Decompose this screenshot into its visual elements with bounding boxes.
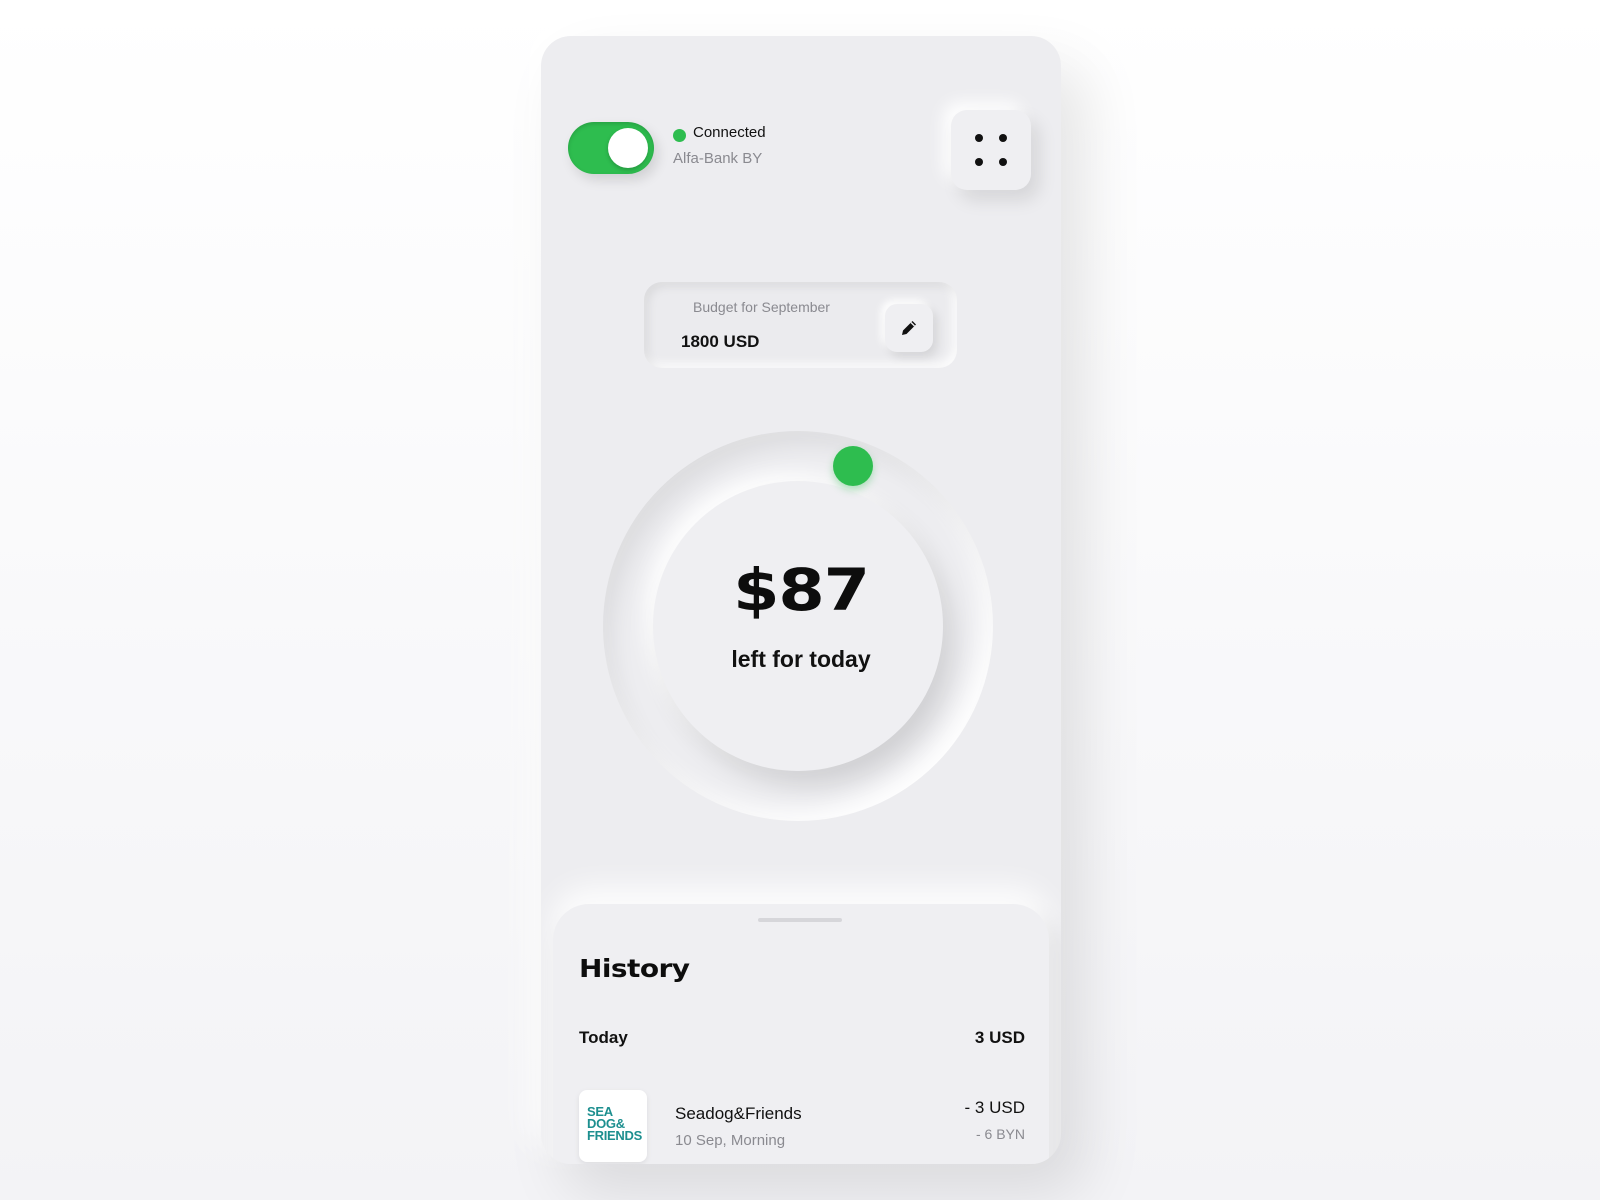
sheet-grabber[interactable] xyxy=(758,918,842,922)
edit-budget-button[interactable] xyxy=(885,304,933,352)
merchant-logo: SEA DOG& FRIENDS xyxy=(579,1090,647,1162)
history-group-label: Today xyxy=(579,1028,628,1047)
remaining-caption: left for today xyxy=(731,646,871,672)
menu-button[interactable] xyxy=(951,110,1031,190)
app-screen: Connected Alfa-Bank BY Budget for Septem… xyxy=(541,36,1061,1164)
transaction-amount-converted: - 6 BYN xyxy=(975,1126,1025,1142)
history-title: History xyxy=(579,954,690,983)
dial-center xyxy=(653,481,943,771)
budget-field: Budget for September 1800 USD xyxy=(644,282,957,368)
dial-handle[interactable] xyxy=(833,446,873,486)
transaction-date: 10 Sep, Morning xyxy=(675,1132,786,1149)
logo-line: FRIENDS xyxy=(587,1128,642,1143)
transaction-merchant: Seadog&Friends xyxy=(675,1104,802,1123)
pencil-icon xyxy=(902,321,916,335)
menu-dot xyxy=(999,158,1007,166)
connection-toggle[interactable] xyxy=(568,122,654,174)
four-dots-icon xyxy=(975,134,983,142)
history-sheet[interactable]: History Today 3 USD SEA DOG& FRIENDS Sea… xyxy=(553,904,1049,1164)
history-group-total: 3 USD xyxy=(974,1028,1025,1047)
toggle-knob xyxy=(608,128,648,168)
menu-dot xyxy=(999,134,1007,142)
menu-dot xyxy=(975,158,983,166)
budget-dial xyxy=(603,431,993,821)
budget-value: 1800 USD xyxy=(681,332,760,351)
transaction-amount: - 3 USD xyxy=(964,1098,1025,1117)
remaining-amount: $87 xyxy=(733,556,870,624)
budget-label: Budget for September xyxy=(693,299,830,315)
transaction-row[interactable]: SEA DOG& FRIENDS Seadog&Friends 10 Sep, … xyxy=(579,1090,1025,1164)
bank-name: Alfa-Bank BY xyxy=(673,150,763,167)
status-dot-icon xyxy=(673,129,686,142)
connection-status: Connected xyxy=(693,124,766,141)
